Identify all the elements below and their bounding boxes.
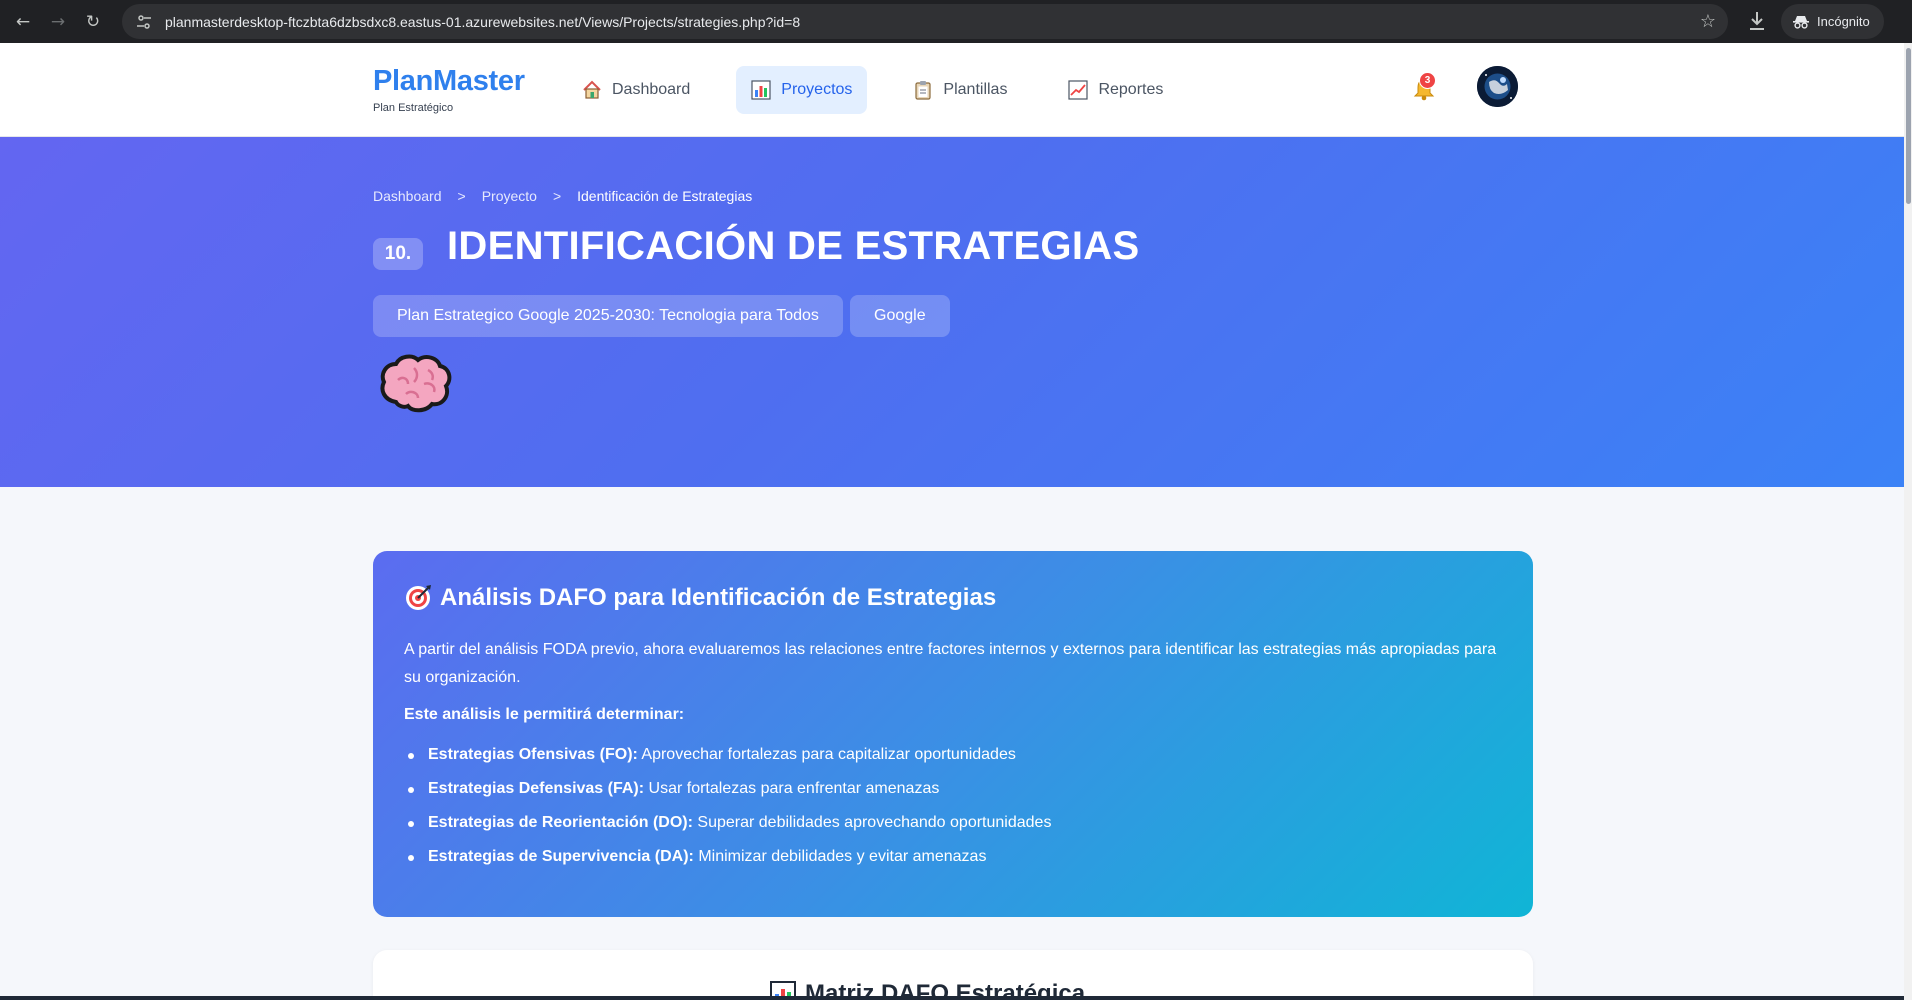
url-text[interactable]: planmasterdesktop-ftczbta6dzbsdxc8.eastu… (165, 14, 800, 30)
breadcrumb-proyecto[interactable]: Proyecto (482, 188, 537, 204)
incognito-label: Incógnito (1817, 14, 1870, 29)
nav-label: Proyectos (781, 81, 853, 98)
strategy-text: Usar fortalezas para enfrentar amenazas (644, 780, 940, 797)
strategy-list: Estrategias Ofensivas (FO): Aprovechar f… (404, 738, 1502, 874)
house-icon (582, 80, 602, 100)
dafo-description: A partir del análisis FODA previo, ahora… (404, 641, 1497, 686)
incognito-indicator[interactable]: Incógnito (1781, 4, 1884, 39)
strategy-term: Estrategias de Reorientación (DO): (428, 814, 693, 831)
strategy-term: Estrategias Defensivas (FA): (428, 780, 645, 797)
breadcrumb-current: Identificación de Estrategias (577, 188, 753, 204)
strategy-text: Aprovechar fortalezas para capitalizar o… (637, 746, 1016, 763)
nav-proyectos[interactable]: Proyectos (736, 66, 868, 114)
breadcrumb-separator: > (457, 188, 466, 204)
page-hero: Dashboard > Proyecto > Identificación de… (0, 137, 1904, 487)
step-number-badge: 10. (373, 238, 423, 270)
dafo-title-row: Análisis DAFO para Identificación de Est… (404, 584, 1502, 612)
breadcrumb-separator: > (552, 188, 562, 204)
nav-label: Reportes (1098, 81, 1164, 98)
forward-arrow-icon[interactable]: → (46, 10, 70, 34)
main-nav: Dashboard Proyectos Plantillas Reportes (567, 66, 1209, 114)
dafo-title: Análisis DAFO para Identificación de Est… (440, 584, 997, 611)
strategy-text: Superar debilidades aprovechando oportun… (692, 814, 1052, 831)
site-settings-icon[interactable] (134, 12, 154, 32)
dafo-analysis-card: Análisis DAFO para Identificación de Est… (373, 551, 1533, 917)
nav-dashboard[interactable]: Dashboard (567, 66, 705, 114)
avatar[interactable] (1477, 66, 1518, 107)
company-chip: Google (850, 295, 950, 337)
dafo-lead: Este análisis le permitirá determinar: (404, 706, 685, 723)
nav-label: Dashboard (612, 81, 691, 98)
brand-subtitle: Plan Estratégico (373, 102, 454, 114)
list-item: Estrategias Defensivas (FA): Usar fortal… (404, 772, 1502, 806)
bottom-edge (0, 996, 1904, 1000)
notification-count-badge[interactable]: 3 (1419, 72, 1436, 89)
nav-reportes[interactable]: Reportes (1053, 66, 1178, 114)
line-chart-icon (1068, 80, 1089, 100)
brand-logo[interactable]: PlanMaster Plan Estratégico (373, 65, 525, 114)
back-arrow-icon[interactable]: ← (11, 10, 35, 34)
strategy-term: Estrategias de Supervivencia (DA): (428, 848, 694, 865)
page-title: IDENTIFICACIÓN DE ESTRATEGIAS (447, 224, 1140, 268)
incognito-icon (1793, 15, 1809, 29)
scrollbar-thumb[interactable] (1906, 48, 1911, 204)
project-name-chip: Plan Estrategico Google 2025-2030: Tecno… (373, 295, 843, 337)
list-item: Estrategias de Supervivencia (DA): Minim… (404, 840, 1502, 874)
clipboard-icon (913, 80, 933, 100)
bookmark-star-icon[interactable]: ☆ (1700, 11, 1716, 32)
brain-icon (378, 350, 454, 416)
target-icon (404, 584, 432, 612)
dafo-matrix-card: Matriz DAFO Estratégica (373, 950, 1533, 1000)
strategy-term: Estrategias Ofensivas (FO): (428, 746, 638, 763)
address-bar[interactable]: planmasterdesktop-ftczbta6dzbsdxc8.eastu… (122, 4, 1728, 39)
nav-label: Plantillas (943, 81, 1008, 98)
list-item: Estrategias de Reorientación (DO): Super… (404, 806, 1502, 840)
list-item: Estrategias Ofensivas (FO): Aprovechar f… (404, 738, 1502, 772)
reload-icon[interactable]: ↻ (81, 10, 105, 34)
breadcrumb: Dashboard > Proyecto > Identificación de… (373, 188, 768, 204)
download-icon[interactable] (1746, 9, 1768, 33)
breadcrumb-dashboard[interactable]: Dashboard (373, 188, 442, 204)
app-header: PlanMaster Plan Estratégico Dashboard Pr… (0, 43, 1904, 137)
strategy-text: Minimizar debilidades y evitar amenazas (693, 848, 987, 865)
brand-name: PlanMaster (373, 65, 525, 97)
nav-plantillas[interactable]: Plantillas (898, 66, 1022, 114)
bar-chart-icon (751, 80, 771, 100)
browser-toolbar: ← → ↻ planmasterdesktop-ftczbta6dzbsdxc8… (0, 0, 1912, 43)
